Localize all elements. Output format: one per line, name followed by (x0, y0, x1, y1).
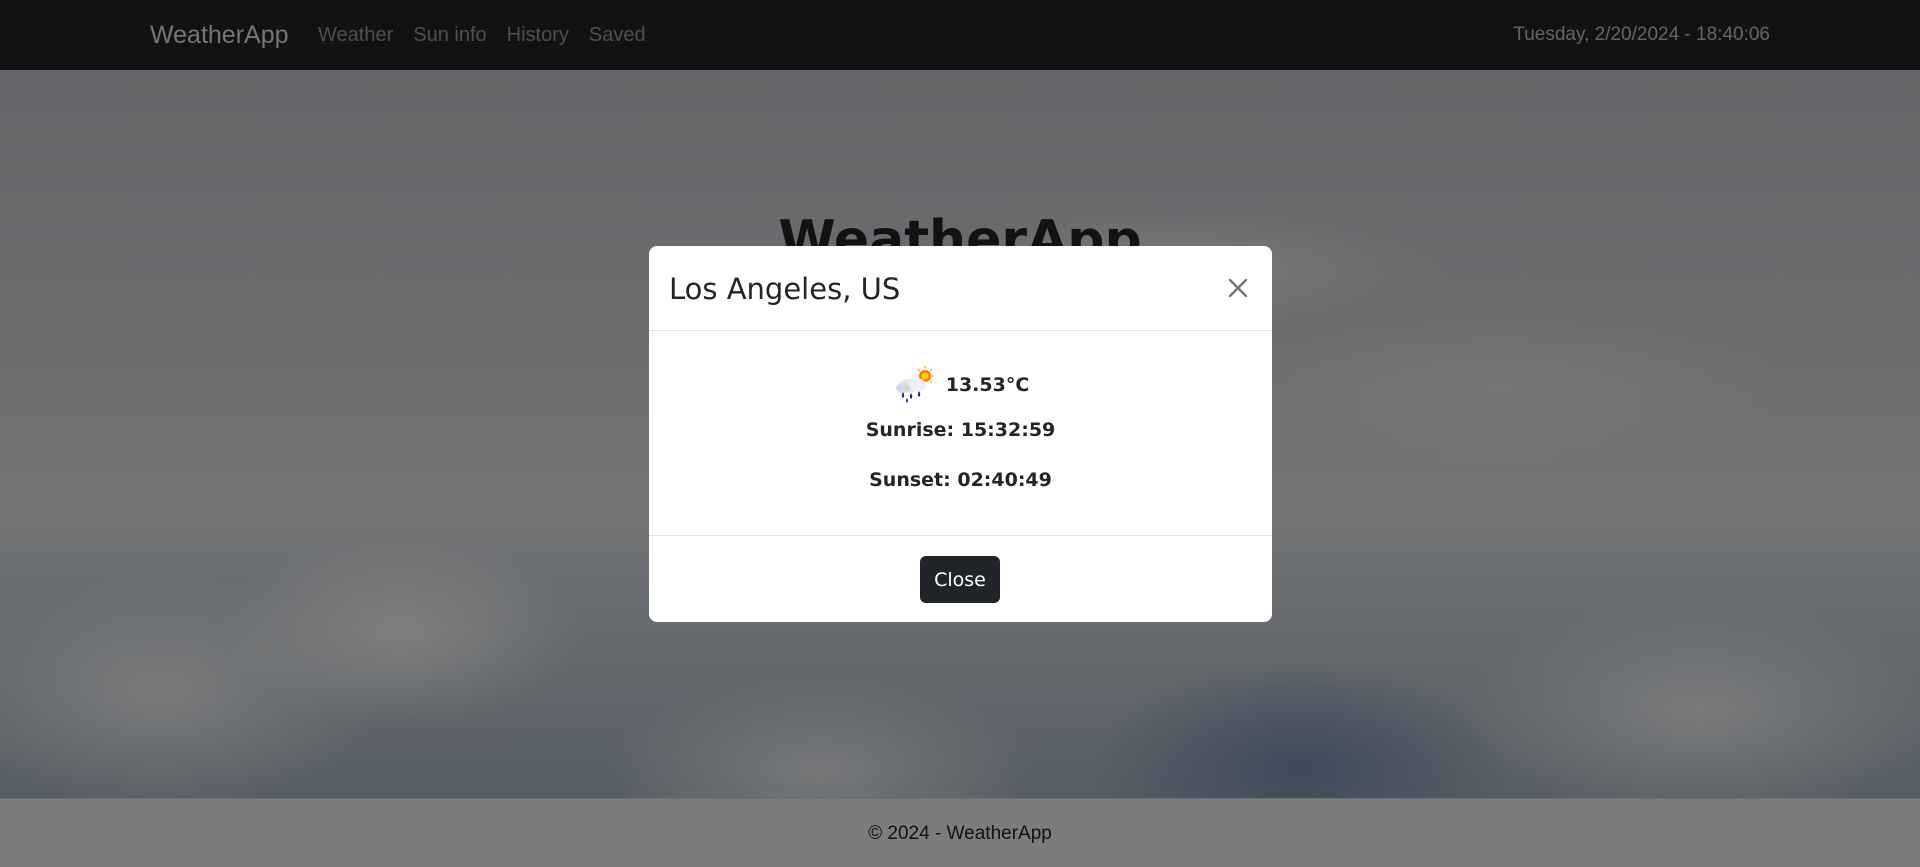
temperature-row: 13.53°C (649, 365, 1272, 405)
modal-body: 13.53°C Sunrise: 15:32:59 Sunset: 02:40:… (649, 331, 1272, 491)
modal-header: Los Angeles, US (649, 246, 1272, 331)
sunrise-time: Sunrise: 15:32:59 (865, 419, 1056, 441)
close-icon-button[interactable] (1222, 272, 1254, 304)
sunset-time: Sunset: 02:40:49 (869, 469, 1052, 491)
modal-title: Los Angeles, US (669, 272, 901, 306)
close-icon (1228, 278, 1248, 298)
weather-details-modal: Los Angeles, US 13.53°C Sunrise: 15:32:5… (649, 246, 1272, 622)
rain-showers-sun-icon (895, 366, 934, 403)
temperature-value: 13.53°C (945, 374, 1030, 396)
close-button[interactable]: Close (920, 556, 1000, 603)
modal-footer: Close (649, 535, 1272, 622)
